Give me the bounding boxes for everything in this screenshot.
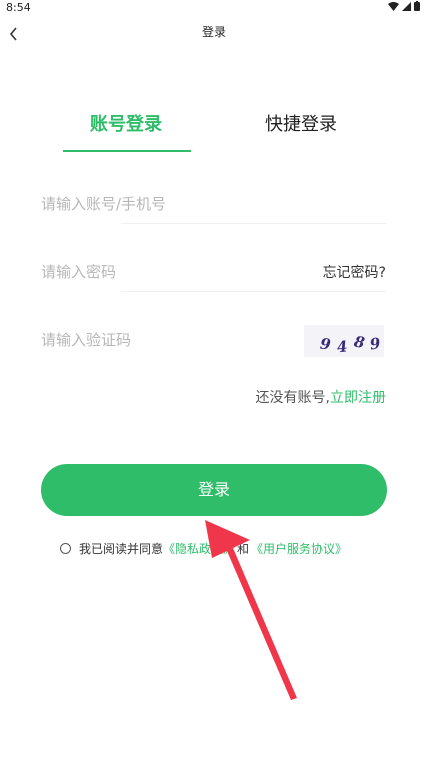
- register-prompt: 还没有账号,: [255, 390, 330, 406]
- login-button[interactable]: 登录: [41, 464, 387, 516]
- privacy-policy-link[interactable]: 《隐私政策》: [163, 540, 235, 557]
- tab-quick-login[interactable]: 快捷登录: [265, 110, 337, 136]
- nav-bar: 登录: [0, 16, 428, 46]
- captcha-field: 9 4 8 9: [41, 320, 386, 360]
- password-divider: [121, 291, 386, 292]
- battery-icon: [414, 1, 420, 11]
- status-icons: [388, 1, 420, 11]
- captcha-digit: 9: [319, 335, 332, 354]
- signal-icon: [402, 1, 411, 11]
- active-tab-indicator: [63, 150, 191, 152]
- captcha-digit: 8: [353, 332, 367, 352]
- account-field: [41, 184, 386, 224]
- captcha-digit: 9: [369, 334, 382, 353]
- terms-of-service-link[interactable]: 《用户服务协议》: [251, 540, 347, 557]
- captcha-input[interactable]: [41, 320, 301, 360]
- account-input[interactable]: [41, 184, 301, 224]
- password-field: 忘记密码?: [41, 252, 386, 292]
- captcha-image[interactable]: 9 4 8 9: [304, 325, 384, 357]
- register-link[interactable]: 立即注册: [330, 390, 386, 406]
- login-tabs: 账号登录 快捷登录: [0, 100, 428, 156]
- agreement-prefix: 我已阅读并同意: [79, 542, 164, 556]
- agree-radio[interactable]: [60, 543, 71, 554]
- password-input[interactable]: [41, 252, 301, 292]
- tab-account-login[interactable]: 账号登录: [90, 110, 162, 136]
- status-time: 8:54: [6, 1, 31, 14]
- register-row: 还没有账号,立即注册: [256, 387, 386, 407]
- wifi-icon: [388, 1, 399, 11]
- forgot-password-link[interactable]: 忘记密码?: [323, 262, 386, 282]
- agreement-row: 我已阅读并同意 《隐私政策》 和 《用户服务协议》: [60, 540, 347, 557]
- captcha-digit: 4: [336, 337, 348, 356]
- status-bar: 8:54: [0, 0, 428, 16]
- page-title: 登录: [201, 25, 226, 39]
- agreement-and: 和: [237, 542, 250, 556]
- account-divider: [121, 223, 386, 224]
